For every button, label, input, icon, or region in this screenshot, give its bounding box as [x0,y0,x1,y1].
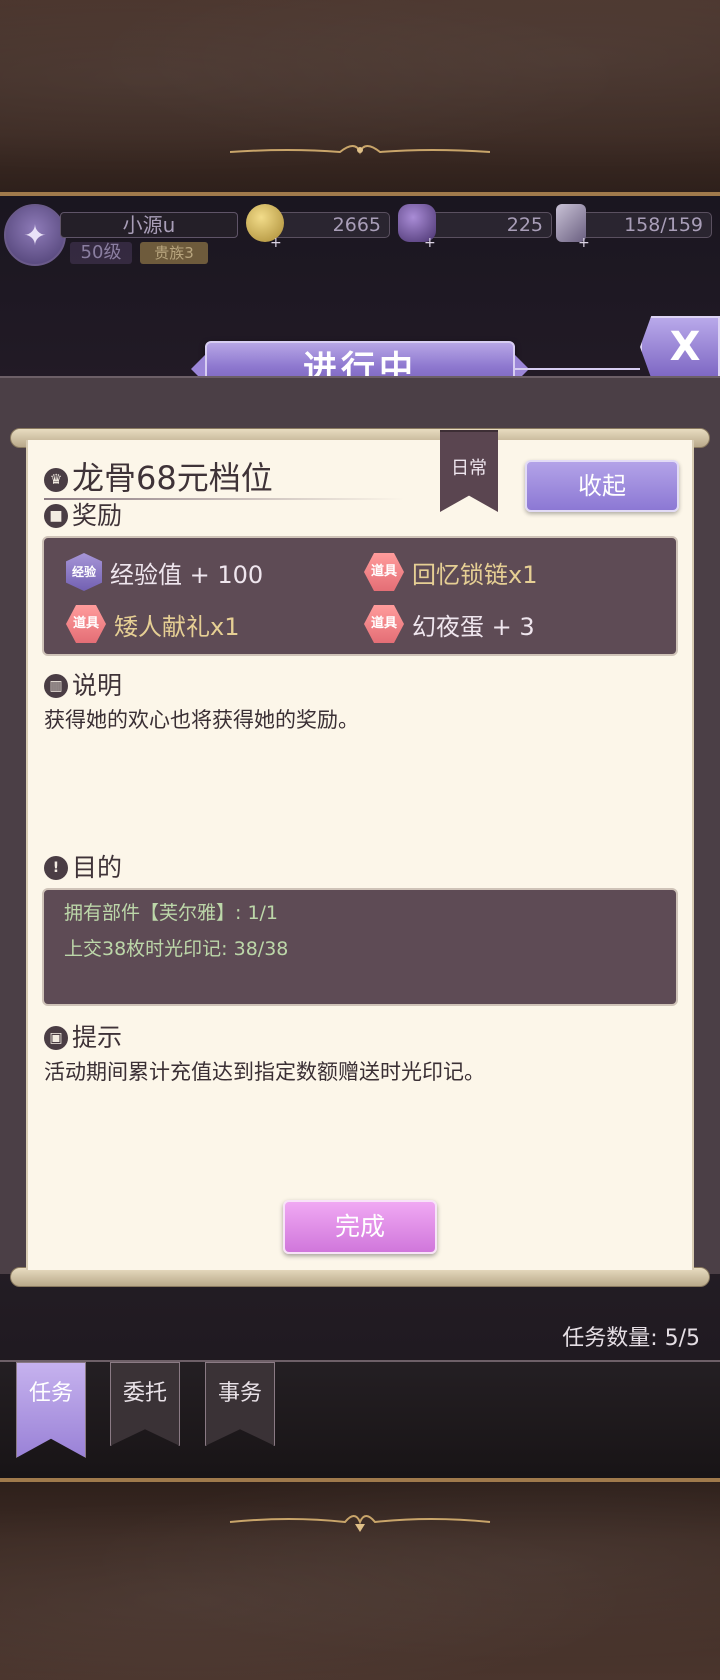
hint-heading: ▣ 提示 [44,1022,122,1054]
description-text: 获得她的欢心也将获得她的奖励。 [44,708,359,732]
reward-text: 幻夜蛋 + 3 [412,612,535,641]
reward-text: 矮人献礼x1 [114,612,240,641]
task-title: ♛ 龙骨68元档位 [44,458,273,498]
gem-amount: 225 [420,212,552,238]
hint-text: 活动期间累计充值达到指定数额赠送时光印记。 [44,1060,485,1084]
ornament-icon [230,145,490,155]
reward-item[interactable]: 经验 经验值 + 100 [66,552,263,592]
book-icon: ▥ [44,674,68,698]
bottom-frame [0,1478,720,1680]
note-icon: ▣ [44,1026,68,1050]
top-frame [0,0,720,196]
rewards-heading: ■ 奖励 [44,500,122,532]
close-button[interactable]: X [640,316,720,378]
stamina-amount: 158/159 [574,212,712,238]
hint-label: 提示 [72,1023,123,1052]
noble-badge: 贵族3 [140,242,208,264]
exp-badge-icon: 经验 [66,553,102,591]
reward-item[interactable]: 道具 矮人献礼x1 [66,604,239,644]
reward-text: 回忆锁链x1 [412,560,538,589]
complete-button[interactable]: 完成 [283,1200,437,1254]
ornament-icon [229,1515,491,1532]
item-badge-icon: 道具 [364,605,404,643]
item-badge-icon: 道具 [364,553,404,591]
task-count: 任务数量: 5/5 [562,1326,700,1351]
gift-icon: ■ [44,504,68,528]
objective-item: 拥有部件【芙尔雅】: 1/1 [64,902,279,924]
reward-text: 经验值 + 100 [110,560,264,589]
item-badge-icon: 道具 [66,605,106,643]
objective-label: 目的 [72,853,123,882]
player-name: 小源u [60,212,238,238]
description-label: 说明 [72,671,123,700]
reward-item[interactable]: 道具 回忆锁链x1 [364,552,537,592]
gold-amount: 2665 [270,212,390,238]
task-title-text: 龙骨68元档位 [72,459,273,497]
banner-divider [515,368,640,370]
description-heading: ▥ 说明 [44,670,122,702]
avatar[interactable]: ✦ [4,204,66,266]
objective-heading: ! 目的 [44,852,122,884]
status-bar: ✦ 小源u 50级 贵族3 2665 + 225 + 158/159 + [0,196,720,276]
crown-icon: ♛ [44,468,68,492]
player-level: 50级 [70,242,132,264]
rewards-label: 奖励 [72,501,123,530]
tab-bar [0,1360,720,1478]
reward-item[interactable]: 道具 幻夜蛋 + 3 [364,604,535,644]
wings-icon: ✦ [23,218,47,252]
rewards-box: 经验 经验值 + 100 道具 回忆锁链x1 道具 矮人献礼x1 道具 幻夜蛋 … [42,536,678,656]
add-stamina-icon[interactable]: + [578,236,592,250]
add-gem-icon[interactable]: + [424,236,438,250]
collapse-button[interactable]: 收起 [525,460,679,512]
add-gold-icon[interactable]: + [270,236,284,250]
scroll-rod-bottom [10,1267,710,1287]
objective-item: 上交38枚时光印记: 38/38 [64,938,289,960]
exclamation-icon: ! [44,856,68,880]
